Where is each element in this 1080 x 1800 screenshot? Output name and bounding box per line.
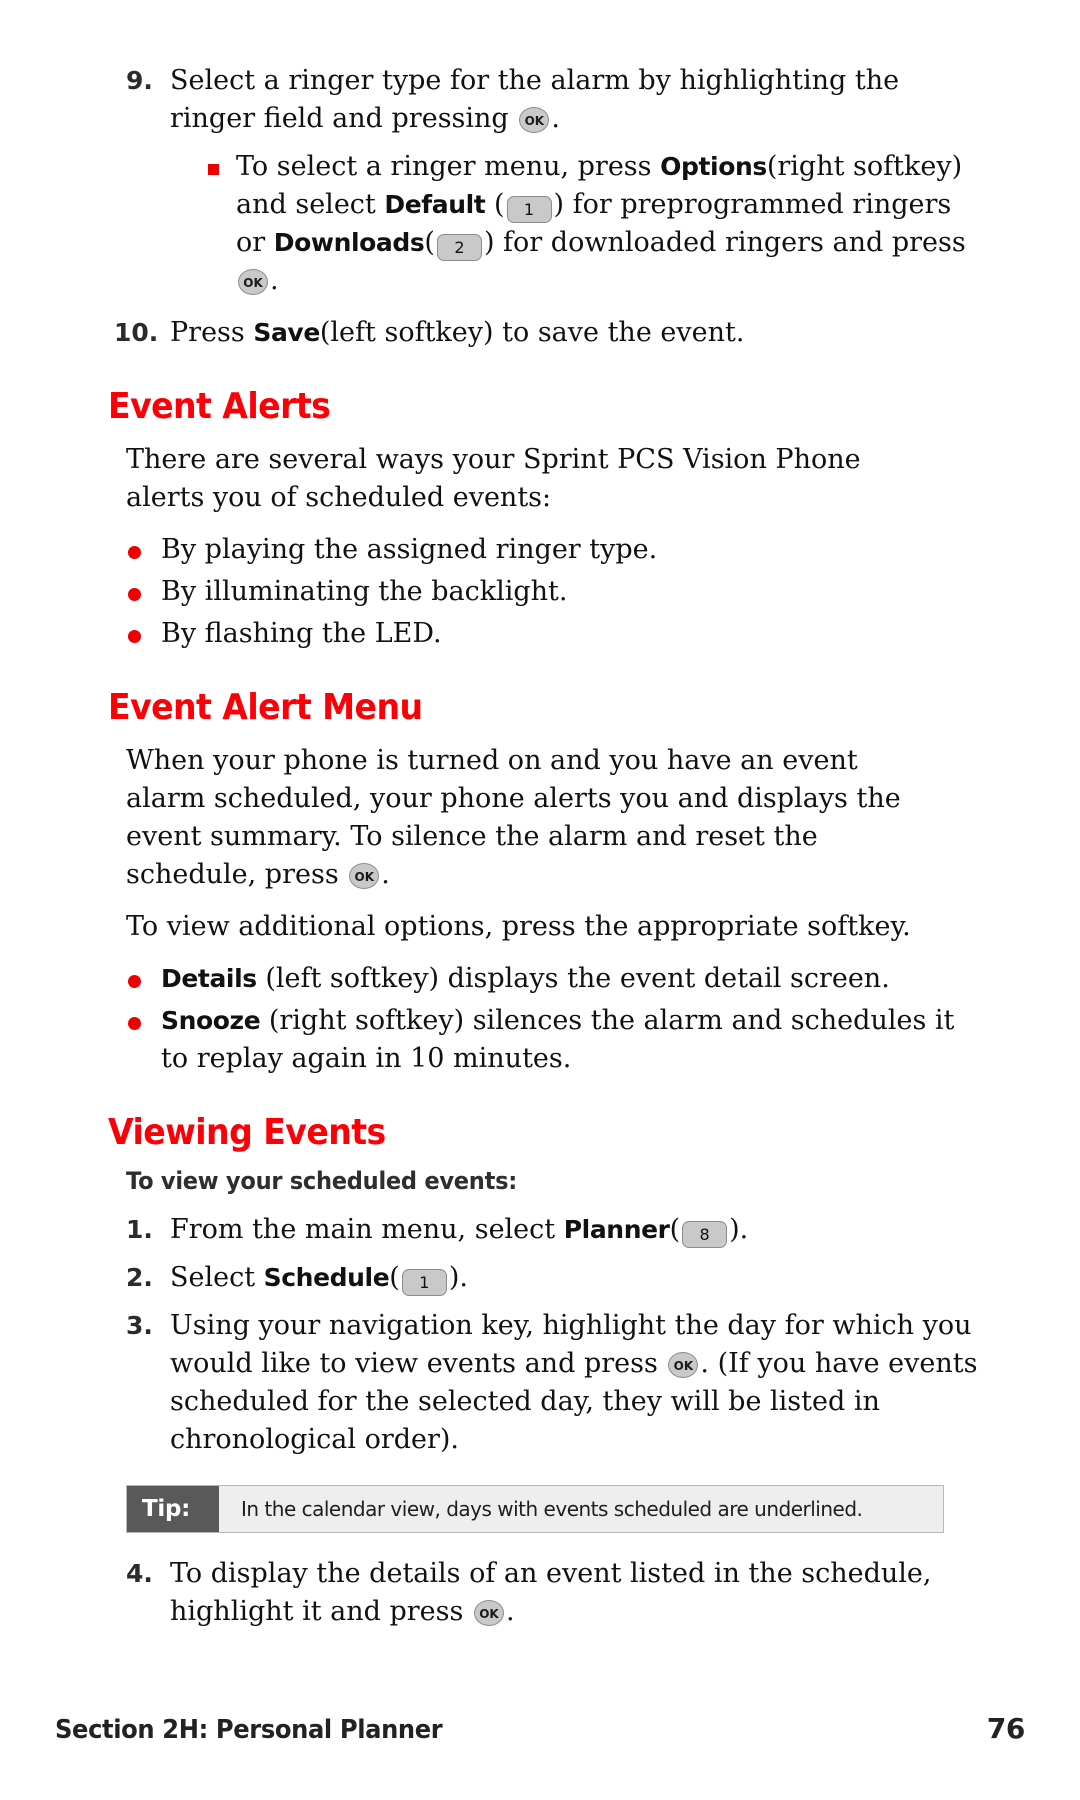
- default-menu-label: Default: [384, 190, 486, 219]
- viewing-step-3: 3. Using your navigation key, highlight …: [108, 1307, 980, 1459]
- downloads-menu-label: Downloads: [273, 228, 425, 257]
- round-bullet-icon: [128, 546, 141, 559]
- schedule-menu-label: Schedule: [263, 1263, 390, 1292]
- list-item: Snooze (right softkey) silences the alar…: [108, 1002, 980, 1078]
- para-text-b: .: [381, 859, 390, 890]
- key-group-1: (1: [494, 189, 554, 223]
- step-2-text-a: Select: [170, 1262, 256, 1293]
- square-bullet-icon: [208, 164, 219, 175]
- heading-event-alerts: Event Alerts: [108, 386, 331, 427]
- step-4-text-b: .: [505, 1596, 515, 1627]
- key-group-2: (2: [424, 227, 484, 261]
- step-number: 3.: [126, 1311, 153, 1340]
- viewing-step-2: 2. Select Schedule(1).: [108, 1259, 980, 1297]
- details-softkey-desc: (left softkey) displays the event detail…: [265, 963, 890, 994]
- ok-key-icon: OK: [519, 107, 550, 133]
- list-item: Details (left softkey) displays the even…: [108, 960, 980, 998]
- substep-part5: .: [270, 265, 279, 296]
- snooze-softkey-label: Snooze: [161, 1006, 261, 1035]
- event-alert-menu-para-2: To view additional options, press the ap…: [126, 911, 911, 942]
- page-number: 76: [986, 1712, 1026, 1745]
- page-content: 9. Select a ringer type for the alarm by…: [108, 62, 980, 1641]
- step-number: 1.: [126, 1215, 153, 1244]
- para-text-a: When your phone is turned on and you hav…: [126, 745, 901, 890]
- ok-key-icon: OK: [349, 863, 380, 889]
- step-text: Using your navigation key, highlight the…: [170, 1307, 980, 1459]
- substep-text: To select a ringer menu, press Options(r…: [236, 148, 980, 300]
- ok-key-icon: OK: [668, 1352, 699, 1378]
- step-text: From the main menu, select Planner(8).: [170, 1211, 980, 1249]
- substep-ringer-menu: To select a ringer menu, press Options(r…: [108, 148, 980, 300]
- heading-event-alert-menu: Event Alert Menu: [108, 687, 423, 728]
- number-key-8-icon: 8: [682, 1221, 728, 1248]
- step-10-text-a: Press: [170, 317, 245, 348]
- ok-key-icon: OK: [473, 1600, 504, 1626]
- step-text: Select a ringer type for the alarm by hi…: [170, 62, 980, 138]
- footer-section-title: Section 2H: Personal Planner: [55, 1715, 443, 1745]
- round-bullet-icon: [128, 588, 141, 601]
- step-2-text-b: ).: [448, 1262, 468, 1293]
- round-bullet-icon: [128, 1017, 141, 1030]
- step-number: 9.: [126, 66, 153, 95]
- step-4-text-a: To display the details of an event liste…: [170, 1558, 932, 1627]
- key-group: (8: [670, 1214, 730, 1248]
- step-9-period: .: [551, 103, 560, 134]
- viewing-step-4: 4. To display the details of an event li…: [108, 1555, 980, 1631]
- step-10: 10. Press Save(left softkey) to save the…: [108, 314, 980, 352]
- tip-text: In the calendar view, days with events s…: [241, 1497, 863, 1521]
- step-10-text-b: (left softkey) to save the event.: [319, 317, 745, 348]
- heading-viewing-events: Viewing Events: [108, 1112, 386, 1153]
- tip-label: Tip:: [127, 1486, 219, 1532]
- number-key-1-icon: 1: [506, 196, 552, 223]
- round-bullet-icon: [128, 975, 141, 988]
- number-key-2-icon: 2: [436, 234, 482, 261]
- step-text: Select Schedule(1).: [170, 1259, 980, 1297]
- snooze-softkey-item: Snooze (right softkey) silences the alar…: [161, 1002, 980, 1078]
- list-item: By illuminating the backlight.: [108, 573, 980, 611]
- step-text: Press Save(left softkey) to save the eve…: [170, 314, 980, 352]
- details-softkey-label: Details: [161, 964, 257, 993]
- substep-part4: ) for downloaded ringers and press: [483, 227, 966, 258]
- step-number: 2.: [126, 1263, 153, 1292]
- viewing-events-subhead: To view your scheduled events:: [126, 1167, 517, 1195]
- step-1-text-b: ).: [729, 1214, 749, 1245]
- key-group: (1: [389, 1262, 449, 1296]
- event-alert-bullet-1: By playing the assigned ringer type.: [161, 534, 658, 565]
- page-footer: Section 2H: Personal Planner 76: [55, 1712, 1025, 1745]
- event-alert-bullet-3: By flashing the LED.: [161, 618, 442, 649]
- list-item: By flashing the LED.: [108, 615, 980, 653]
- planner-menu-label: Planner: [563, 1215, 670, 1244]
- event-alert-menu-para-1: When your phone is turned on and you hav…: [126, 742, 936, 894]
- snooze-softkey-desc: (right softkey) silences the alarm and s…: [161, 1005, 955, 1074]
- number-key-1-icon: 1: [401, 1269, 447, 1296]
- ok-key-icon: OK: [238, 269, 268, 295]
- tip-callout: Tip: In the calendar view, days with eve…: [126, 1485, 944, 1533]
- save-softkey-label: Save: [253, 318, 320, 347]
- details-softkey-item: Details (left softkey) displays the even…: [161, 960, 980, 998]
- event-alerts-intro: There are several ways your Sprint PCS V…: [126, 444, 861, 513]
- step-text: To display the details of an event liste…: [170, 1555, 980, 1631]
- step-9: 9. Select a ringer type for the alarm by…: [108, 62, 980, 138]
- manual-page: 9. Select a ringer type for the alarm by…: [0, 0, 1080, 1800]
- step-number: 10.: [114, 318, 159, 347]
- step-number: 4.: [126, 1559, 153, 1588]
- event-alert-bullet-2: By illuminating the backlight.: [161, 576, 568, 607]
- list-item: By playing the assigned ringer type.: [108, 531, 980, 569]
- substep-part1: To select a ringer menu, press: [236, 151, 652, 182]
- step-1-text-a: From the main menu, select: [170, 1214, 556, 1245]
- options-softkey-label: Options: [660, 152, 767, 181]
- round-bullet-icon: [128, 630, 141, 643]
- viewing-step-1: 1. From the main menu, select Planner(8)…: [108, 1211, 980, 1249]
